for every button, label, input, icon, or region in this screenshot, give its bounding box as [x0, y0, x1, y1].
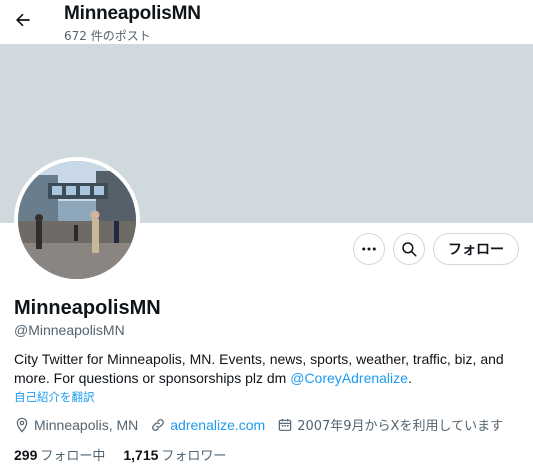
profile-stats: 299 フォロー中 1,715 フォロワー	[14, 445, 244, 464]
avatar-image	[18, 161, 136, 279]
top-bar: MinneapolisMN 672 件のポスト	[0, 0, 533, 44]
translate-bio-link[interactable]: 自己紹介を翻訳	[14, 389, 95, 405]
profile-meta: Minneapolis, MN adrenalize.com 2007年9月から…	[14, 415, 515, 434]
location-pin-icon	[16, 417, 28, 433]
followers-label: フォロワー	[161, 449, 227, 464]
back-arrow-icon	[16, 13, 30, 27]
website-link[interactable]: adrenalize.com	[170, 417, 265, 433]
bio-text: City Twitter for Minneapolis, MN. Events…	[14, 351, 504, 386]
following-label: フォロー中	[40, 449, 106, 464]
profile-handle: @MinneapolisMN	[14, 322, 125, 338]
follow-button[interactable]: フォロー	[433, 233, 519, 265]
more-button[interactable]	[353, 233, 385, 265]
back-button[interactable]	[8, 5, 38, 35]
followers-count: 1,715	[123, 447, 159, 463]
followers-stat[interactable]: 1,715 フォロワー	[123, 445, 226, 464]
location-text: Minneapolis, MN	[34, 416, 139, 433]
avatar-photo	[18, 161, 136, 279]
joined-text: 2007年9月からXを利用しています	[297, 419, 504, 434]
header-title: MinneapolisMN	[64, 3, 201, 24]
joined-item: 2007年9月からXを利用しています	[277, 415, 503, 434]
bio-end: .	[407, 370, 412, 386]
following-stat[interactable]: 299 フォロー中	[14, 445, 105, 464]
search-icon	[402, 242, 417, 257]
avatar[interactable]	[14, 157, 140, 283]
more-dots-icon	[362, 247, 376, 251]
link-icon	[152, 418, 165, 431]
search-button[interactable]	[393, 233, 425, 265]
bio-mention-link[interactable]: @CoreyAdrenalize	[290, 370, 408, 386]
calendar-icon	[278, 418, 292, 431]
location-item: Minneapolis, MN	[14, 417, 138, 433]
post-count: 672 件のポスト	[64, 29, 151, 43]
following-count: 299	[14, 447, 38, 463]
profile-actions: フォロー	[353, 233, 519, 265]
profile-name: MinneapolisMN	[14, 297, 161, 319]
website-item: adrenalize.com	[150, 417, 265, 433]
profile-bio: City Twitter for Minneapolis, MN. Events…	[14, 350, 519, 388]
